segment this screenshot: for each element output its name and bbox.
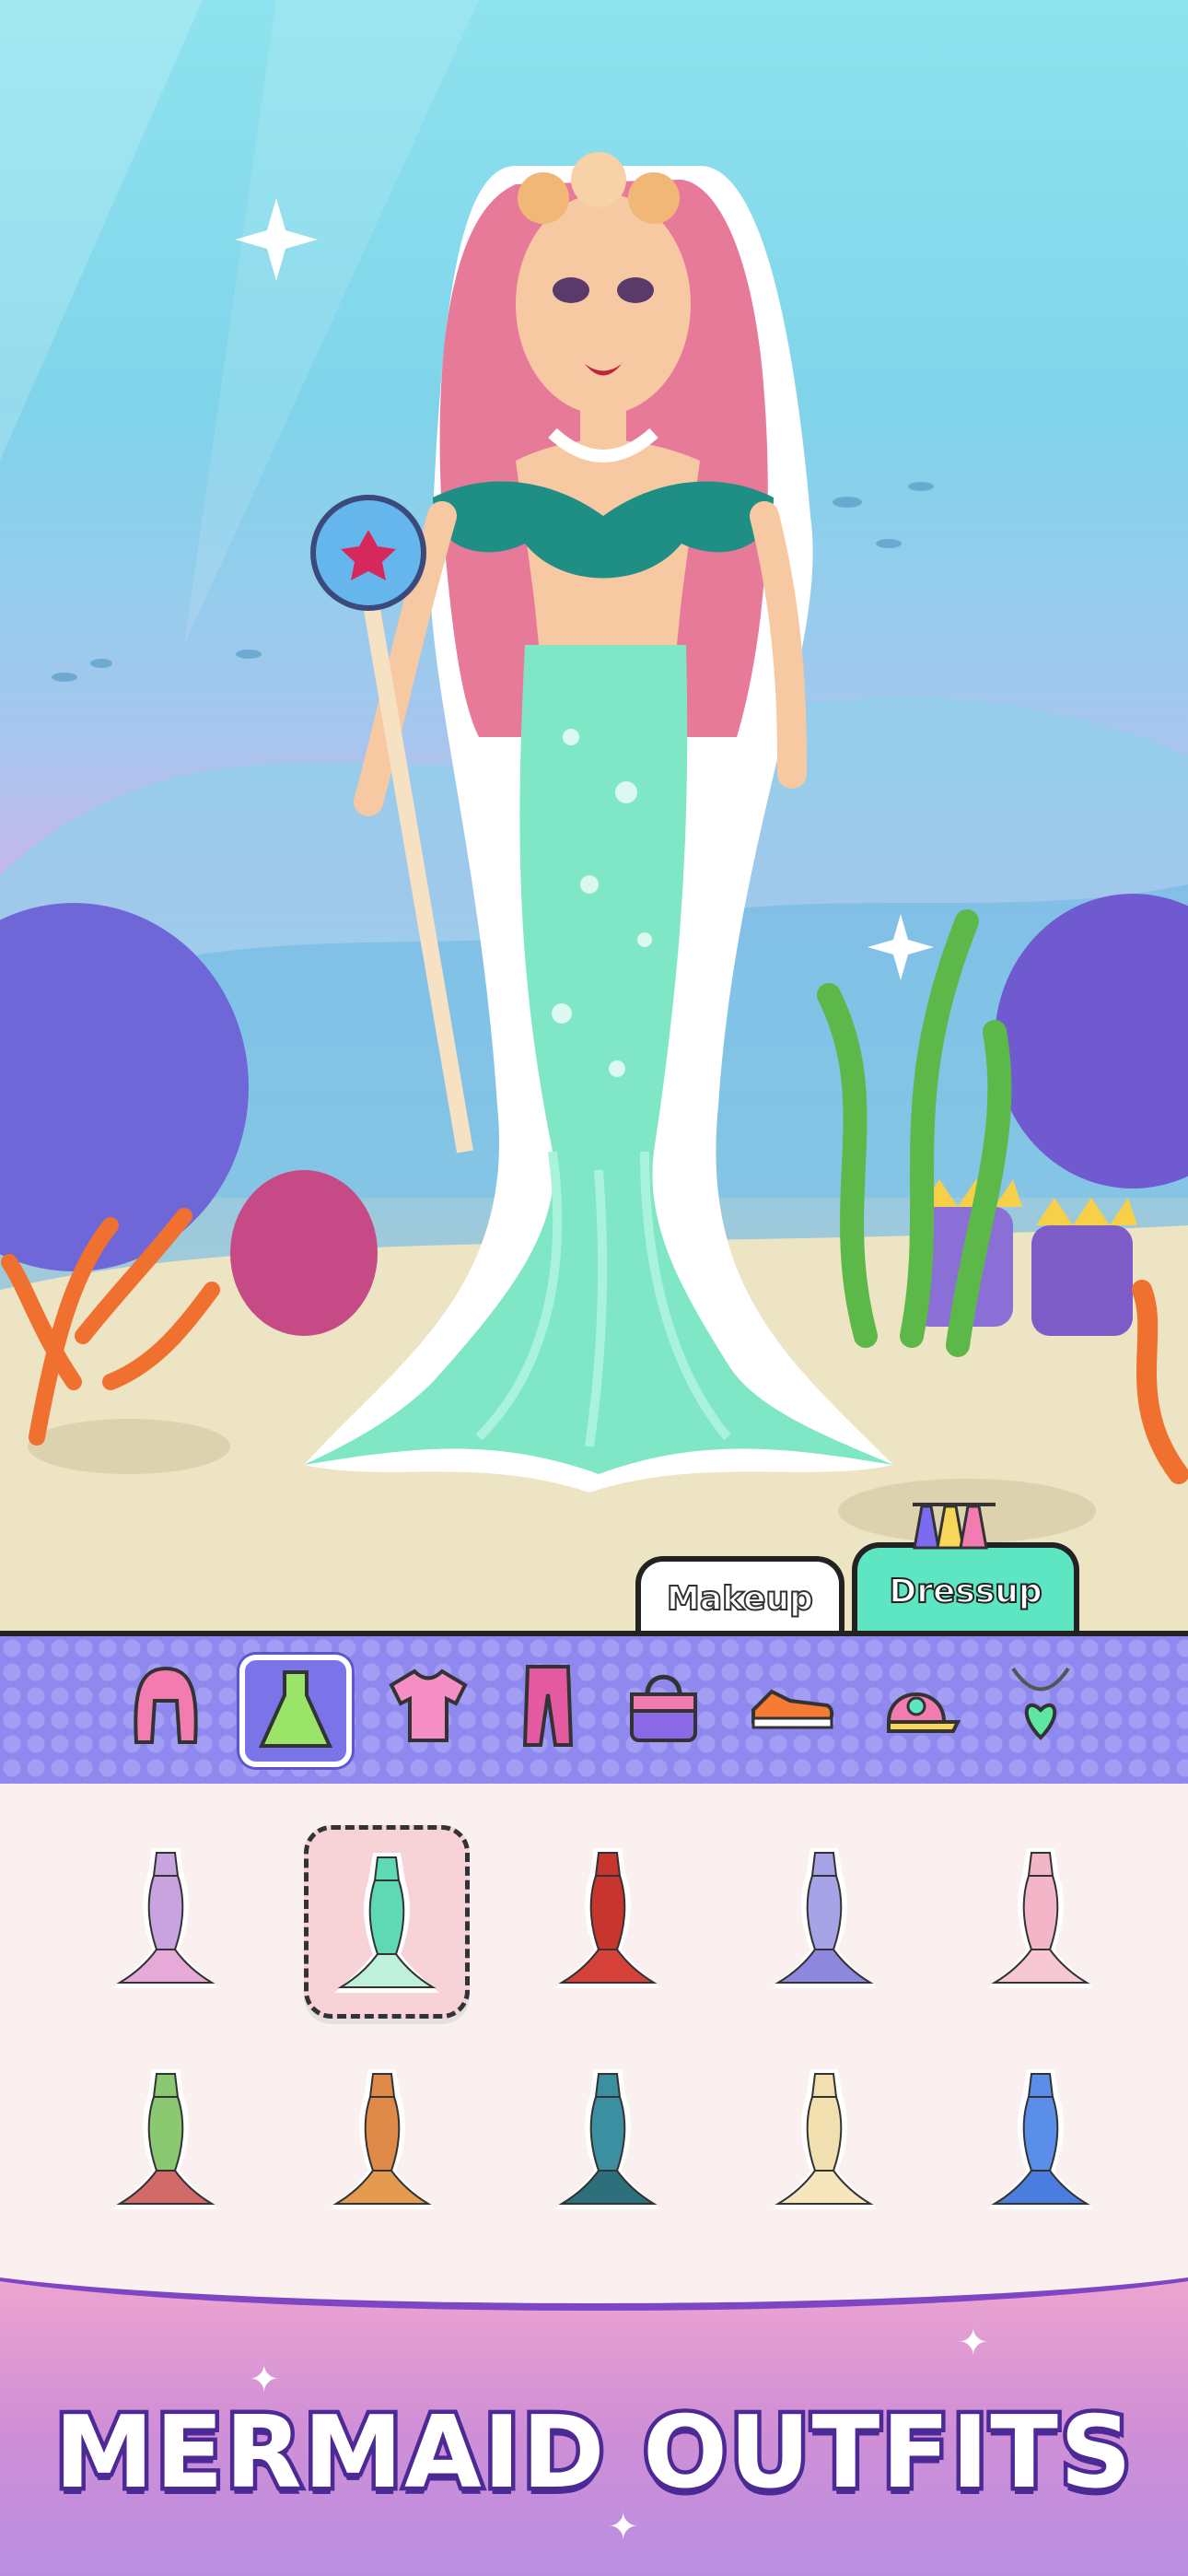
mermaid-outfit-icon (113, 2069, 218, 2209)
category-hat[interactable] (870, 1655, 972, 1756)
mermaid-outfit-icon (555, 1848, 660, 1988)
wig-icon (134, 1666, 198, 1744)
sparkle-icon: ✦ (958, 2322, 989, 2364)
cap-icon (886, 1692, 961, 1733)
scene-background (0, 0, 1188, 1631)
dresses-rack-icon (913, 1503, 996, 1550)
mermaid-outfit-icon (555, 2069, 660, 2209)
mermaid-outfit-icon (988, 2069, 1093, 2209)
outfit-item[interactable] (87, 2046, 244, 2231)
category-bag[interactable] (612, 1655, 714, 1756)
underwater-scene (0, 0, 1188, 1631)
category-pants[interactable] (497, 1655, 599, 1756)
outfit-grid (0, 1784, 1188, 2281)
necklace-icon (1011, 1667, 1070, 1740)
handbag-icon (629, 1674, 697, 1742)
mermaid-outfit-icon (334, 1853, 439, 1993)
tshirt-icon (389, 1668, 468, 1742)
outfit-item[interactable] (746, 2046, 903, 2231)
tab-dressup[interactable]: Dressup (852, 1503, 1079, 1635)
tab-makeup-label: Makeup (666, 1579, 814, 1619)
mermaid-outfit-icon (772, 1848, 877, 1988)
outfit-item[interactable] (962, 2046, 1119, 2231)
mode-tabs: Makeup Dressup (0, 1503, 1188, 1635)
outfit-item[interactable] (304, 2046, 460, 2231)
mermaid-outfit-icon (772, 2069, 877, 2209)
outfit-item[interactable] (530, 1825, 686, 2009)
sneaker-icon (751, 1689, 833, 1729)
category-hair[interactable] (115, 1655, 216, 1756)
banner-title: MERMAID OUTFITS (51, 2392, 1136, 2515)
category-bar (0, 1631, 1188, 1789)
tab-makeup[interactable]: Makeup (635, 1556, 844, 1635)
outfit-item[interactable] (530, 2046, 686, 2231)
outfit-item[interactable] (746, 1825, 903, 2009)
category-shoes[interactable] (741, 1655, 843, 1756)
outfit-item[interactable] (962, 1825, 1119, 2009)
mermaid-outfit-icon (988, 1848, 1093, 1988)
dress-icon (259, 1669, 332, 1748)
outfit-item[interactable] (304, 1825, 470, 2019)
sparkle-icon: ✦ (608, 2506, 639, 2548)
category-necklace[interactable] (990, 1655, 1091, 1756)
mermaid-outfit-icon (330, 2069, 435, 2209)
category-dress[interactable] (239, 1655, 352, 1767)
tab-dressup-label: Dressup (888, 1572, 1042, 1611)
promo-banner: ✦ ✦ ✦ MERMAID OUTFITS (0, 2248, 1188, 2576)
pants-icon (522, 1664, 574, 1747)
category-top[interactable] (378, 1655, 479, 1756)
mermaid-outfit-icon (113, 1848, 218, 1988)
outfit-item[interactable] (87, 1825, 244, 2009)
